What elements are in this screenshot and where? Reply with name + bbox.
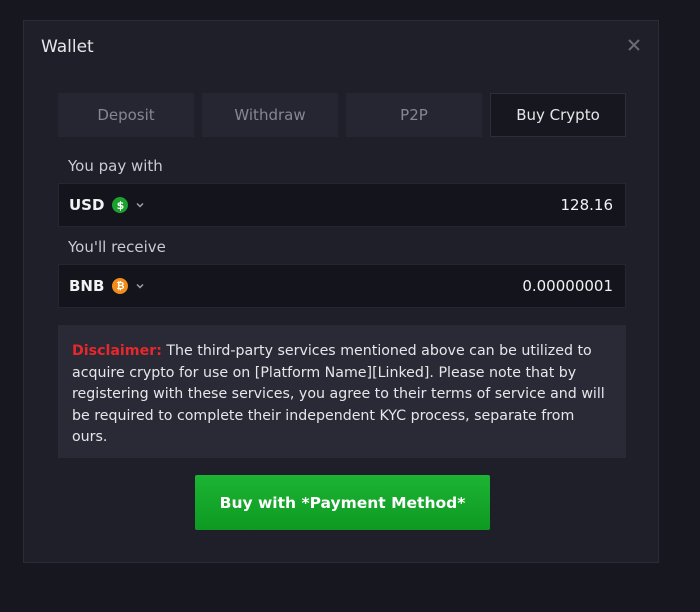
pay-label: You pay with [68, 157, 163, 175]
wallet-tabs: Deposit Withdraw P2P Buy Crypto [58, 93, 626, 137]
tab-p2p[interactable]: P2P [346, 93, 482, 137]
chevron-down-icon [136, 202, 144, 208]
modal-title: Wallet [41, 37, 94, 57]
receive-field: BNB ₿ [58, 264, 626, 308]
buy-button[interactable]: Buy with *Payment Method* [195, 475, 490, 530]
close-icon[interactable] [624, 35, 644, 55]
dollar-coin-icon: $ [112, 197, 129, 213]
bitcoin-coin-icon: ₿ [112, 278, 129, 294]
disclaimer-heading: Disclaimer: [72, 343, 162, 359]
chevron-down-icon [136, 283, 144, 289]
tab-buy-crypto[interactable]: Buy Crypto [490, 93, 626, 137]
receive-currency-code: BNB [69, 277, 105, 295]
receive-amount-input[interactable] [411, 276, 615, 296]
receive-label: You'll receive [68, 238, 166, 256]
receive-currency-select[interactable]: BNB ₿ [59, 277, 146, 295]
tab-deposit[interactable]: Deposit [58, 93, 194, 137]
pay-field: USD $ [58, 183, 626, 227]
wallet-modal: Wallet Deposit Withdraw P2P Buy Crypto Y… [23, 20, 659, 563]
pay-currency-code: USD [69, 196, 105, 214]
tab-withdraw[interactable]: Withdraw [202, 93, 338, 137]
pay-amount-input[interactable] [411, 195, 615, 215]
pay-currency-select[interactable]: USD $ [59, 196, 146, 214]
disclaimer-box: Disclaimer: The third-party services men… [58, 325, 626, 458]
